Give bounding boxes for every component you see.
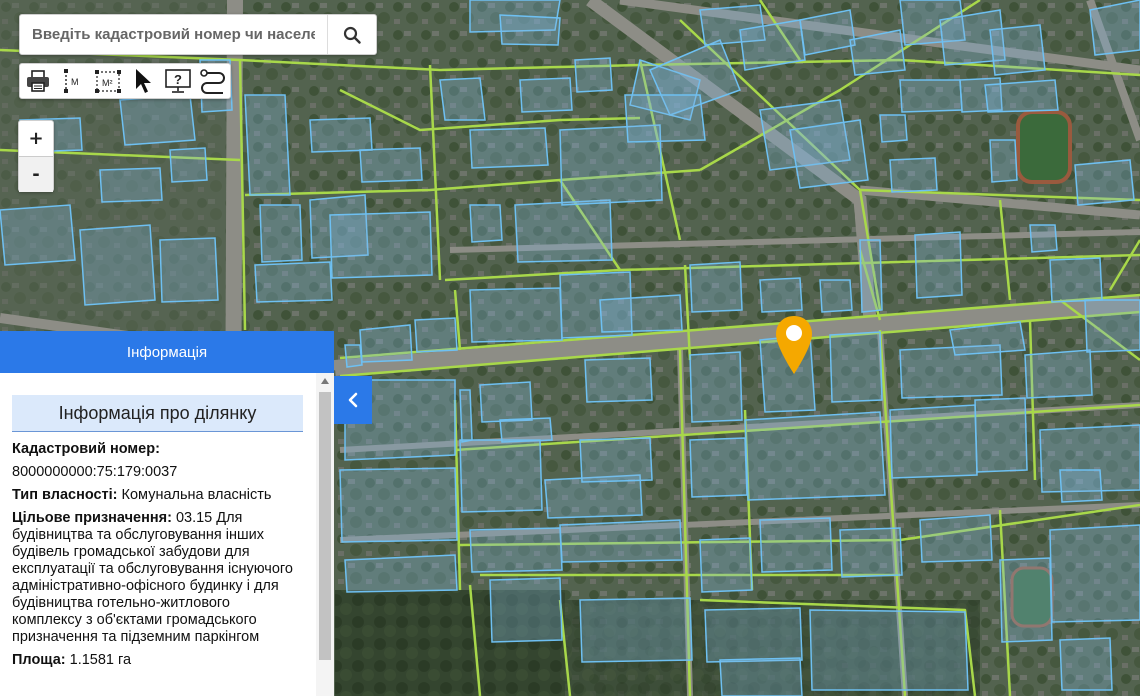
route-button[interactable]	[195, 64, 230, 98]
area-field: Площа: 1.1581 га	[12, 652, 303, 669]
measure-length-label: M	[71, 77, 79, 87]
measure-area-button[interactable]: M²	[90, 64, 125, 98]
purpose-value: 03.15 Для будівництва та обслуговування …	[12, 510, 293, 645]
ownership-value: Комунальна власність	[121, 487, 272, 503]
search-icon	[343, 26, 361, 44]
cadastral-label: Кадастровий номер:	[12, 441, 160, 457]
zoom-out-button[interactable]: -	[19, 157, 53, 192]
measure-length-icon: M	[63, 69, 79, 93]
scrollbar-thumb[interactable]	[319, 392, 331, 660]
parcel-info-heading: Інформація про ділянку	[12, 395, 303, 432]
area-value: 1.1581 га	[69, 652, 132, 668]
measure-area-icon: M²	[94, 70, 121, 93]
scroll-up-arrow-icon[interactable]	[321, 378, 329, 384]
info-panel-scrollbar[interactable]	[316, 373, 334, 696]
measure-length-button[interactable]: M	[55, 64, 90, 98]
collapse-panel-button[interactable]	[334, 376, 372, 424]
zoom-in-button[interactable]: +	[19, 121, 53, 157]
help-button[interactable]: ?	[160, 64, 195, 98]
search-button[interactable]	[327, 15, 376, 54]
zoom-control: + -	[18, 120, 54, 192]
map-toolbar: M M² ?	[19, 63, 231, 99]
cadastral-value: 8000000000:75:179:0037	[12, 464, 178, 480]
measure-area-label: M²	[102, 78, 113, 88]
svg-text:?: ?	[174, 72, 182, 87]
info-panel: Інформація Інформація про ділянку Кадаст…	[0, 331, 334, 696]
info-panel-body: Інформація про ділянку Кадастровий номер…	[0, 373, 315, 696]
print-button[interactable]	[20, 64, 55, 98]
help-icon: ?	[164, 69, 191, 93]
area-label: Площа:	[12, 652, 66, 668]
purpose-field: Цільове призначення: 03.15 Для будівницт…	[12, 510, 303, 646]
cadastral-field: Кадастровий номер: 8000000000:75:179:003…	[12, 441, 303, 481]
ownership-field: Тип власності: Комунальна власність	[12, 487, 303, 504]
info-panel-title: Інформація	[0, 331, 334, 373]
printer-icon	[26, 70, 49, 92]
select-button[interactable]	[125, 64, 160, 98]
route-icon	[199, 69, 225, 94]
pointer-icon	[135, 69, 151, 93]
search-box	[19, 14, 377, 55]
ownership-label: Тип власності:	[12, 487, 118, 503]
map-marker-icon[interactable]	[774, 314, 814, 376]
purpose-label: Цільове призначення:	[12, 510, 172, 526]
search-input[interactable]	[20, 15, 327, 54]
chevron-left-icon	[348, 392, 358, 408]
